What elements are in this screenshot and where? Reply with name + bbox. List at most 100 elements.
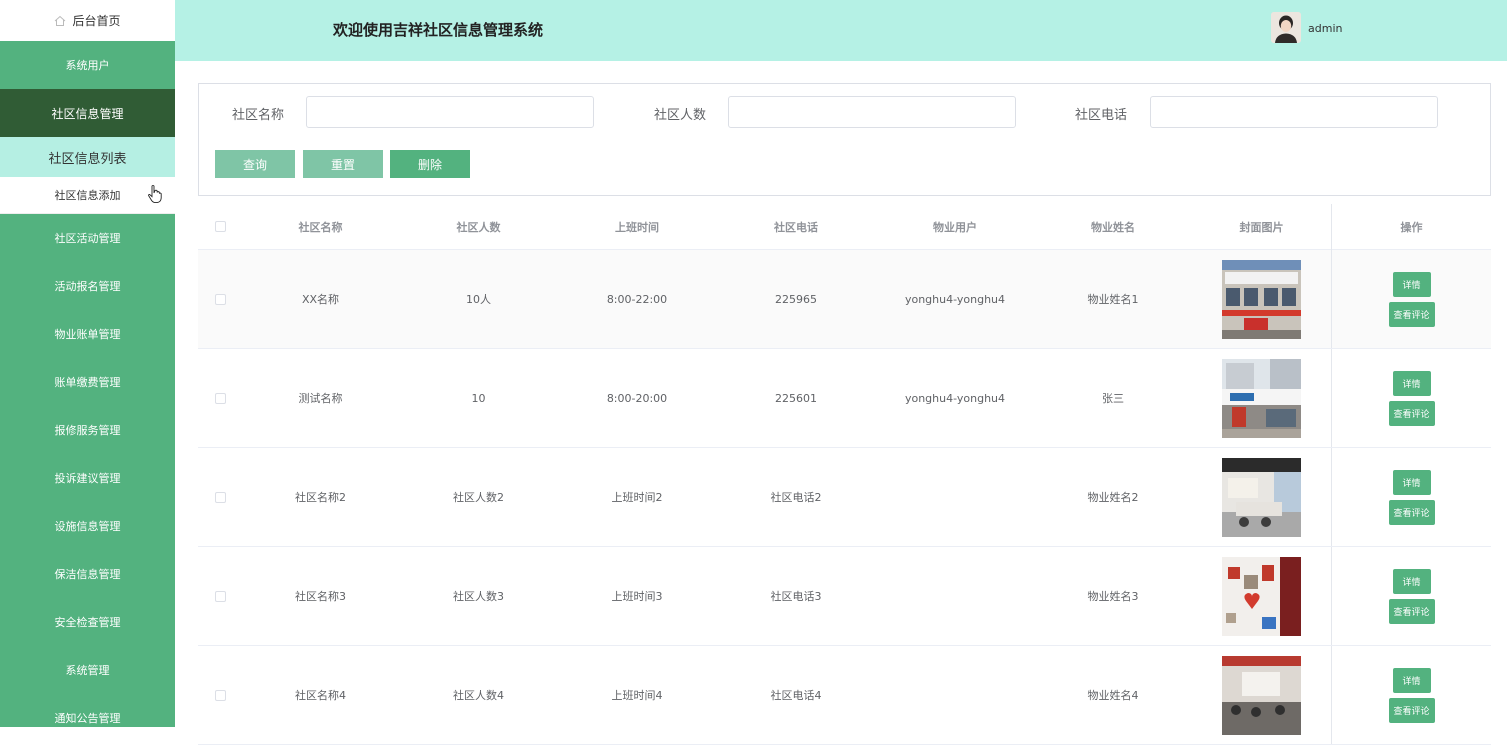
cell-manager: 物业姓名3	[1087, 590, 1139, 603]
query-button[interactable]: 查询	[215, 150, 295, 178]
cell-name: 社区名称2	[295, 491, 346, 504]
cell-name: 测试名称	[298, 392, 343, 405]
cell-phone: 225601	[775, 391, 817, 405]
row-checkbox[interactable]	[214, 590, 226, 602]
reset-button[interactable]: 重置	[303, 150, 383, 178]
cover-image	[1222, 655, 1301, 735]
column-header: 社区名称	[298, 220, 343, 234]
home-icon	[55, 15, 66, 26]
sidebar-home[interactable]: 后台首页	[0, 0, 175, 41]
sidebar-item-label: 系统管理	[65, 664, 110, 677]
detail-button[interactable]: 详情	[1392, 271, 1431, 297]
search-panel: 社区名称 社区人数 社区电话 查询 重置 删除	[198, 83, 1491, 196]
table-row: 社区名称2 社区人数2 上班时间2 社区电话2 物业姓名2 详情 查看评论	[198, 448, 1491, 547]
sidebar-item-system[interactable]: 系统管理	[0, 646, 175, 694]
cell-manager: 张三	[1102, 392, 1124, 405]
sidebar-item-complaints[interactable]: 投诉建议管理	[0, 454, 175, 502]
cover-image	[1222, 556, 1301, 636]
sidebar-item-notices[interactable]: 通知公告管理	[0, 694, 175, 742]
sidebar-item-label: 安全检查管理	[54, 616, 121, 629]
column-header: 社区电话	[774, 220, 818, 234]
sidebar-subitem-community-list[interactable]: 社区信息列表	[0, 137, 175, 177]
cell-manager: 物业姓名2	[1087, 491, 1139, 504]
column-header: 封面图片	[1192, 203, 1332, 250]
sidebar-item-label: 物业账单管理	[54, 328, 121, 341]
sidebar-item-label: 社区信息管理	[51, 106, 124, 121]
sidebar-item-label: 社区信息列表	[48, 151, 127, 167]
phone-label: 社区电话	[1075, 108, 1128, 123]
cell-manager: 物业姓名4	[1087, 689, 1139, 702]
sidebar-item-registrations[interactable]: 活动报名管理	[0, 262, 175, 310]
sidebar-item-label: 账单缴费管理	[54, 376, 121, 389]
cell-user: yonghu4-yonghu4	[904, 391, 1006, 405]
community-phone-input[interactable]	[1150, 96, 1438, 128]
view-comments-button[interactable]: 查看评论	[1388, 301, 1435, 327]
count-label: 社区人数	[654, 108, 707, 123]
cell-count: 10	[471, 391, 486, 405]
sidebar-item-label: 投诉建议管理	[54, 472, 121, 485]
cell-name: XX名称	[301, 293, 340, 306]
sidebar: 后台首页 系统用户 社区信息管理 社区信息列表 社区信息添加 社区活动管理 活动…	[0, 0, 175, 727]
sidebar-item-safety[interactable]: 安全检查管理	[0, 598, 175, 646]
cell-name: 社区名称3	[295, 590, 346, 603]
detail-button[interactable]: 详情	[1392, 469, 1431, 495]
community-table: 社区名称 社区人数 上班时间 社区电话 物业用户 物业姓名 封面图片 操作 XX…	[198, 203, 1491, 745]
sidebar-item-community-info[interactable]: 社区信息管理	[0, 89, 175, 137]
cell-manager: 物业姓名1	[1087, 293, 1139, 306]
sidebar-item-label: 通知公告管理	[54, 712, 121, 725]
sidebar-item-facilities[interactable]: 设施信息管理	[0, 502, 175, 550]
hand-cursor-icon	[148, 184, 162, 204]
avatar[interactable]	[1271, 12, 1301, 43]
community-name-input[interactable]	[306, 96, 594, 128]
community-count-input[interactable]	[728, 96, 1016, 128]
cover-image	[1222, 259, 1301, 339]
sidebar-item-label: 设施信息管理	[54, 520, 121, 533]
sidebar-item-activities[interactable]: 社区活动管理	[0, 214, 175, 262]
name-label: 社区名称	[232, 108, 285, 123]
view-comments-button[interactable]: 查看评论	[1388, 400, 1435, 426]
cell-hours: 上班时间3	[611, 590, 663, 603]
sidebar-item-cleaning[interactable]: 保洁信息管理	[0, 550, 175, 598]
view-comments-button[interactable]: 查看评论	[1388, 697, 1435, 723]
cell-phone: 社区电话3	[770, 590, 822, 603]
row-checkbox[interactable]	[214, 491, 226, 503]
table-row: 测试名称 10 8:00-20:00 225601 yonghu4-yonghu…	[198, 349, 1491, 448]
cell-hours: 8:00-20:00	[606, 391, 668, 405]
sidebar-item-label: 社区信息添加	[54, 189, 121, 202]
view-comments-button[interactable]: 查看评论	[1388, 598, 1435, 624]
detail-button[interactable]: 详情	[1392, 370, 1431, 396]
column-header: 物业用户	[933, 220, 977, 234]
view-comments-button[interactable]: 查看评论	[1388, 499, 1435, 525]
page-title: 欢迎使用吉祥社区信息管理系统	[333, 21, 544, 39]
user-name[interactable]: admin	[1308, 22, 1342, 35]
column-header: 社区人数	[456, 220, 501, 234]
sidebar-item-payments[interactable]: 账单缴费管理	[0, 358, 175, 406]
cover-image	[1222, 358, 1301, 438]
cover-image	[1222, 457, 1301, 537]
detail-button[interactable]: 详情	[1392, 568, 1431, 594]
sidebar-subitem-community-add[interactable]: 社区信息添加	[0, 177, 175, 214]
select-all-checkbox[interactable]	[214, 221, 226, 232]
row-checkbox[interactable]	[214, 392, 226, 404]
table-header: 社区名称 社区人数 上班时间 社区电话 物业用户 物业姓名 封面图片 操作	[198, 203, 1491, 250]
cell-count: 社区人数3	[453, 590, 504, 603]
column-header: 操作	[1400, 220, 1423, 234]
delete-button[interactable]: 删除	[390, 150, 470, 178]
sidebar-item-label: 报修服务管理	[54, 424, 121, 437]
cell-count: 10人	[466, 293, 491, 306]
detail-button[interactable]: 详情	[1392, 667, 1431, 693]
cell-phone: 社区电话2	[770, 491, 822, 504]
cell-hours: 上班时间4	[611, 689, 663, 702]
sidebar-item-system-users[interactable]: 系统用户	[0, 41, 175, 89]
table-row: XX名称 10人 8:00-22:00 225965 yonghu4-yongh…	[198, 250, 1491, 349]
cell-user: yonghu4-yonghu4	[904, 292, 1006, 306]
sidebar-item-bills[interactable]: 物业账单管理	[0, 310, 175, 358]
avatar-image	[1271, 12, 1301, 43]
sidebar-item-repairs[interactable]: 报修服务管理	[0, 406, 175, 454]
table-row: 社区名称3 社区人数3 上班时间3 社区电话3 物业姓名3 详情 查看评论	[198, 547, 1491, 646]
row-checkbox[interactable]	[214, 689, 226, 701]
cell-name: 社区名称4	[295, 689, 346, 702]
cell-count: 社区人数2	[453, 491, 504, 504]
cell-count: 社区人数4	[453, 689, 504, 702]
row-checkbox[interactable]	[214, 293, 226, 305]
